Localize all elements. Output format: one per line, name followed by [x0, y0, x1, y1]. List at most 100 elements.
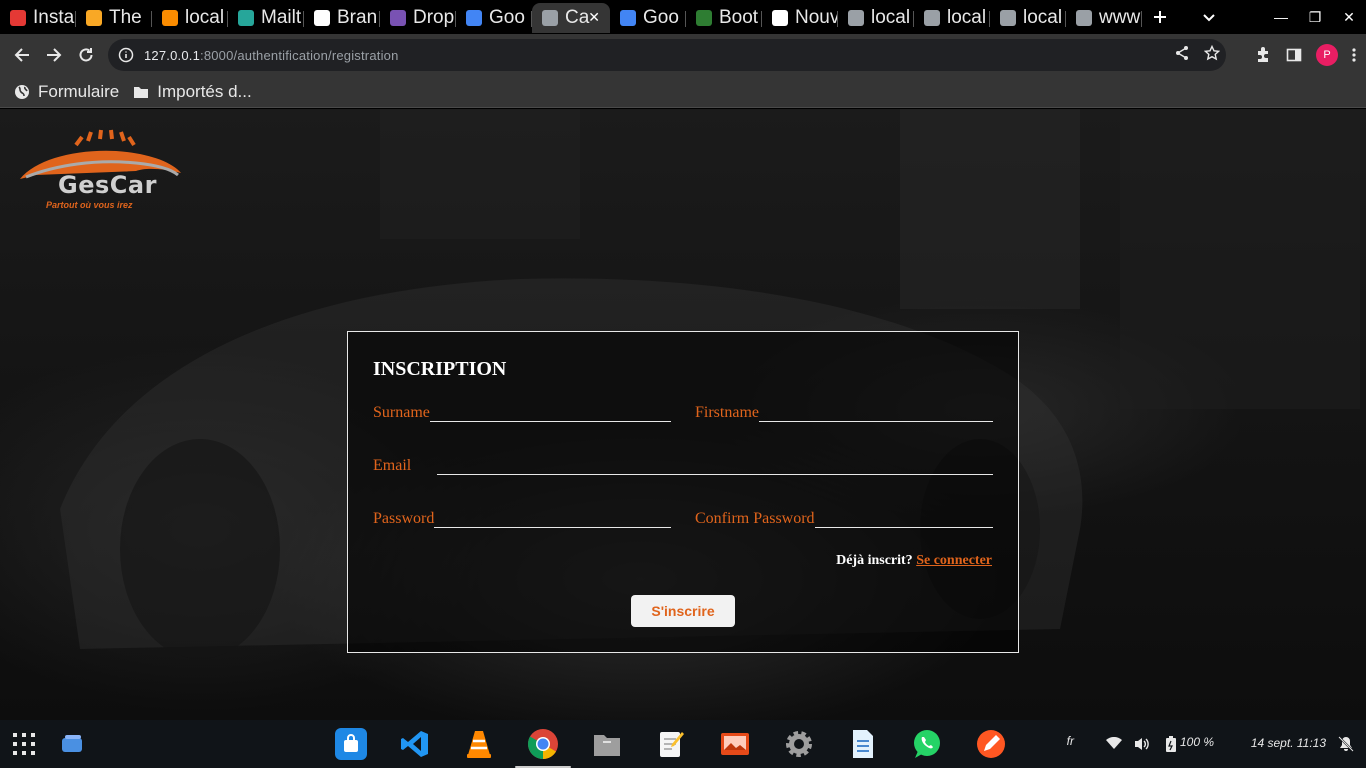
tab-label: local	[947, 7, 987, 28]
password-label: Password	[373, 510, 435, 527]
document-glyph	[853, 730, 873, 758]
register-button[interactable]: S'inscrire	[631, 595, 735, 627]
volume-icon[interactable]	[1134, 737, 1150, 754]
app-grid-icon	[13, 733, 35, 755]
clock[interactable]: 14 sept. 11:13	[1251, 736, 1326, 750]
logo-tagline: Partout où vous irez	[46, 200, 133, 210]
gescar-logo[interactable]: GesCar Partout où vous irez	[16, 129, 186, 219]
maximize-button[interactable]: ❐	[1298, 9, 1332, 26]
email-input[interactable]	[437, 457, 993, 475]
stackedit-icon	[10, 10, 26, 26]
email-field: Email	[373, 457, 993, 475]
browser-tab[interactable]: local	[914, 3, 990, 33]
reload-button[interactable]	[70, 39, 102, 71]
folder-icon	[133, 85, 149, 99]
window-controls: — ❐ ✕	[1192, 9, 1366, 26]
forward-button[interactable]	[38, 39, 70, 71]
form-title: INSCRIPTION	[373, 358, 507, 380]
tab-search-button[interactable]	[1192, 9, 1226, 25]
bookmark-tab-icon	[86, 10, 102, 26]
drawing-icon[interactable]	[975, 728, 1007, 760]
browser-tab[interactable]: Goo	[610, 3, 686, 33]
w-icon	[696, 10, 712, 26]
close-tab-icon[interactable]: ✕	[588, 9, 600, 26]
browser-tab[interactable]: Nouv	[762, 3, 838, 33]
bag-glyph	[344, 734, 358, 752]
email-label: Email	[373, 457, 412, 474]
notifications-off-icon[interactable]	[1338, 736, 1354, 755]
confirm-password-label: Confirm Password	[695, 510, 815, 527]
globe-icon	[1000, 10, 1016, 26]
workspaces-icon	[62, 735, 82, 752]
google-icon	[466, 10, 482, 26]
image-viewer-icon[interactable]	[719, 728, 751, 760]
browser-tab[interactable]: Mailt	[228, 3, 304, 33]
tab-label: The	[109, 7, 142, 28]
tab-label: Boot	[719, 7, 759, 28]
side-panel-icon[interactable]	[1286, 47, 1302, 63]
password-input[interactable]	[434, 510, 671, 528]
browser-tab[interactable]: local	[152, 3, 228, 33]
workspaces-button[interactable]	[60, 734, 84, 759]
chrome-icon	[772, 10, 788, 26]
browser-tab[interactable]: Insta	[0, 3, 76, 33]
tab-label: local	[871, 7, 911, 28]
vlc-glyph	[467, 731, 491, 758]
new-tab-button[interactable]	[1152, 9, 1168, 25]
more-vert-icon[interactable]	[1352, 47, 1356, 63]
wifi-icon[interactable]	[1106, 736, 1122, 752]
browser-tab[interactable]: Ca ✕	[532, 3, 610, 33]
browser-tab[interactable]: Drop	[380, 3, 456, 33]
bookmarks-bar: Formulaire Importés d...	[0, 76, 1366, 108]
star-icon[interactable]	[1204, 45, 1220, 61]
tab-label: Bran	[337, 7, 378, 28]
confirm-password-input[interactable]	[814, 510, 993, 528]
keyboard-layout[interactable]: fr	[1067, 734, 1074, 748]
software-store-icon[interactable]	[335, 728, 367, 760]
chevron-down-icon	[1203, 14, 1215, 22]
extensions-icon[interactable]	[1254, 46, 1272, 64]
drawing-glyph	[977, 730, 1005, 758]
firstname-field: Firstname	[695, 404, 993, 422]
browser-tab[interactable]: Goo	[456, 3, 532, 33]
vlc-icon[interactable]	[463, 728, 495, 760]
minimize-button[interactable]: —	[1264, 9, 1298, 25]
firstname-input[interactable]	[759, 404, 993, 422]
vscode-icon[interactable]	[399, 728, 431, 760]
back-button[interactable]	[6, 39, 38, 71]
browser-tab[interactable]: local	[838, 3, 914, 33]
share-icon[interactable]	[1174, 45, 1190, 61]
browser-tab[interactable]: The	[76, 3, 152, 33]
tab-label: Mailt	[261, 7, 302, 28]
surname-input[interactable]	[429, 404, 671, 422]
bookmark-folder-imported[interactable]: Importés d...	[133, 81, 252, 102]
battery-icon[interactable]	[1166, 736, 1176, 755]
settings-icon[interactable]	[783, 728, 815, 760]
github-icon	[314, 10, 330, 26]
app-grid-button[interactable]	[12, 732, 36, 761]
url-path: :8000/authentification/registration	[200, 47, 399, 63]
login-link[interactable]: Se connecter	[916, 553, 992, 568]
globe-icon	[542, 10, 558, 26]
browser-tab[interactable]: Bran	[304, 3, 380, 33]
bookmark-label: Formulaire	[38, 81, 120, 101]
text-editor-icon[interactable]	[655, 728, 687, 760]
mailtrap-icon	[238, 10, 254, 26]
tab-separator	[1141, 11, 1142, 27]
whatsapp-icon[interactable]	[911, 728, 943, 760]
browser-tab[interactable]: Boot	[686, 3, 762, 33]
browser-tab[interactable]: www	[1066, 3, 1142, 33]
document-icon[interactable]	[847, 728, 879, 760]
files-icon[interactable]	[591, 728, 623, 760]
chrome-icon[interactable]	[527, 728, 559, 760]
profile-avatar[interactable]: P	[1316, 44, 1338, 66]
info-icon[interactable]	[118, 47, 134, 63]
address-bar[interactable]: 127.0.0.1:8000/authentification/registra…	[108, 39, 1226, 71]
bootstrap-icon	[390, 10, 406, 26]
bookmark-label: Importés d...	[157, 81, 252, 101]
logo-name: GesCar	[58, 171, 157, 199]
browser-tab[interactable]: local	[990, 3, 1066, 33]
bookmark-formulaire[interactable]: Formulaire	[14, 82, 119, 102]
confirm-password-field: Confirm Password	[695, 510, 993, 528]
close-window-button[interactable]: ✕	[1332, 9, 1366, 26]
